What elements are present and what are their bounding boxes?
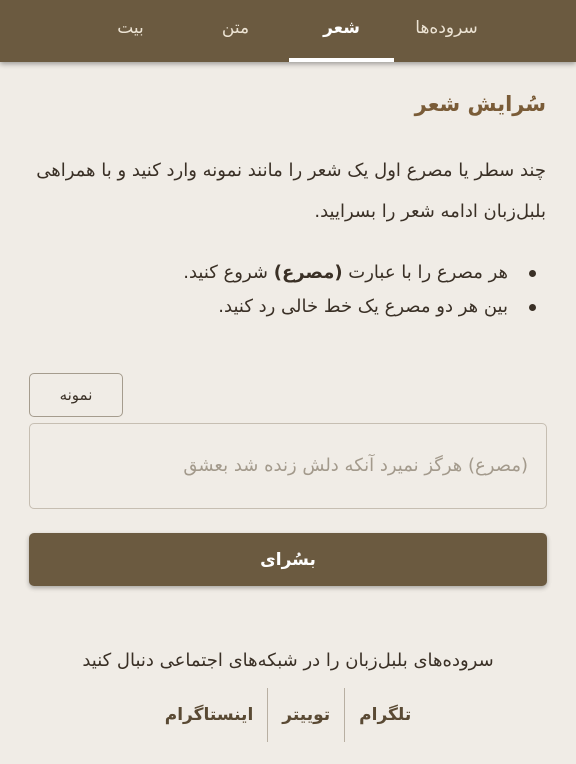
compose-button[interactable]: بسُرای: [29, 533, 547, 586]
tab-label: سروده‌ها: [415, 18, 478, 38]
rule-text-after: شروع کنید.: [183, 262, 274, 283]
rules-list: هر مصرع را با عبارت (مصرع) شروع کنید. بی…: [26, 256, 546, 324]
instagram-link[interactable]: اینستاگرام: [151, 688, 268, 742]
list-item: هر مصرع را با عبارت (مصرع) شروع کنید.: [26, 256, 546, 290]
compose-button-label: بسُرای: [260, 549, 316, 570]
rule-text: بین هر دو مصرع یک خط خالی رد کنید.: [218, 296, 508, 317]
tab-verse[interactable]: بیت: [78, 0, 183, 62]
follow-text: سروده‌های بلبل‌زبان را در شبکه‌های اجتما…: [82, 650, 494, 671]
intro-text: چند سطر یا مصرع اول یک شعر را مانند نمون…: [36, 160, 546, 222]
tab-poems[interactable]: سروده‌ها: [394, 0, 499, 62]
tab-label: شعر: [323, 18, 360, 38]
tab-label: متن: [221, 18, 250, 38]
list-item: بین هر دو مصرع یک خط خالی رد کنید.: [26, 290, 546, 324]
telegram-link[interactable]: تلگرام: [345, 688, 425, 742]
rule-text-before: هر مصرع را با عبارت: [342, 262, 508, 283]
sample-button[interactable]: نمونه: [29, 373, 123, 417]
divider: [344, 688, 346, 742]
page: سروده‌ها شعر متن بیت سُرایش شعر چند سطر …: [0, 0, 576, 764]
twitter-link[interactable]: توییتر: [268, 688, 344, 742]
divider: [267, 688, 269, 742]
social-links: تلگرام توییتر اینستاگرام: [0, 688, 576, 742]
sample-button-label: نمونه: [59, 386, 93, 404]
tab-text[interactable]: متن: [183, 0, 288, 62]
tab-label: بیت: [117, 18, 144, 38]
page-title: سُرایش شعر: [414, 92, 546, 116]
top-nav: سروده‌ها شعر متن بیت: [0, 0, 576, 62]
tab-poetry[interactable]: شعر: [289, 0, 394, 62]
poem-input[interactable]: [29, 423, 547, 509]
rule-keyword: (مصرع): [273, 262, 343, 283]
